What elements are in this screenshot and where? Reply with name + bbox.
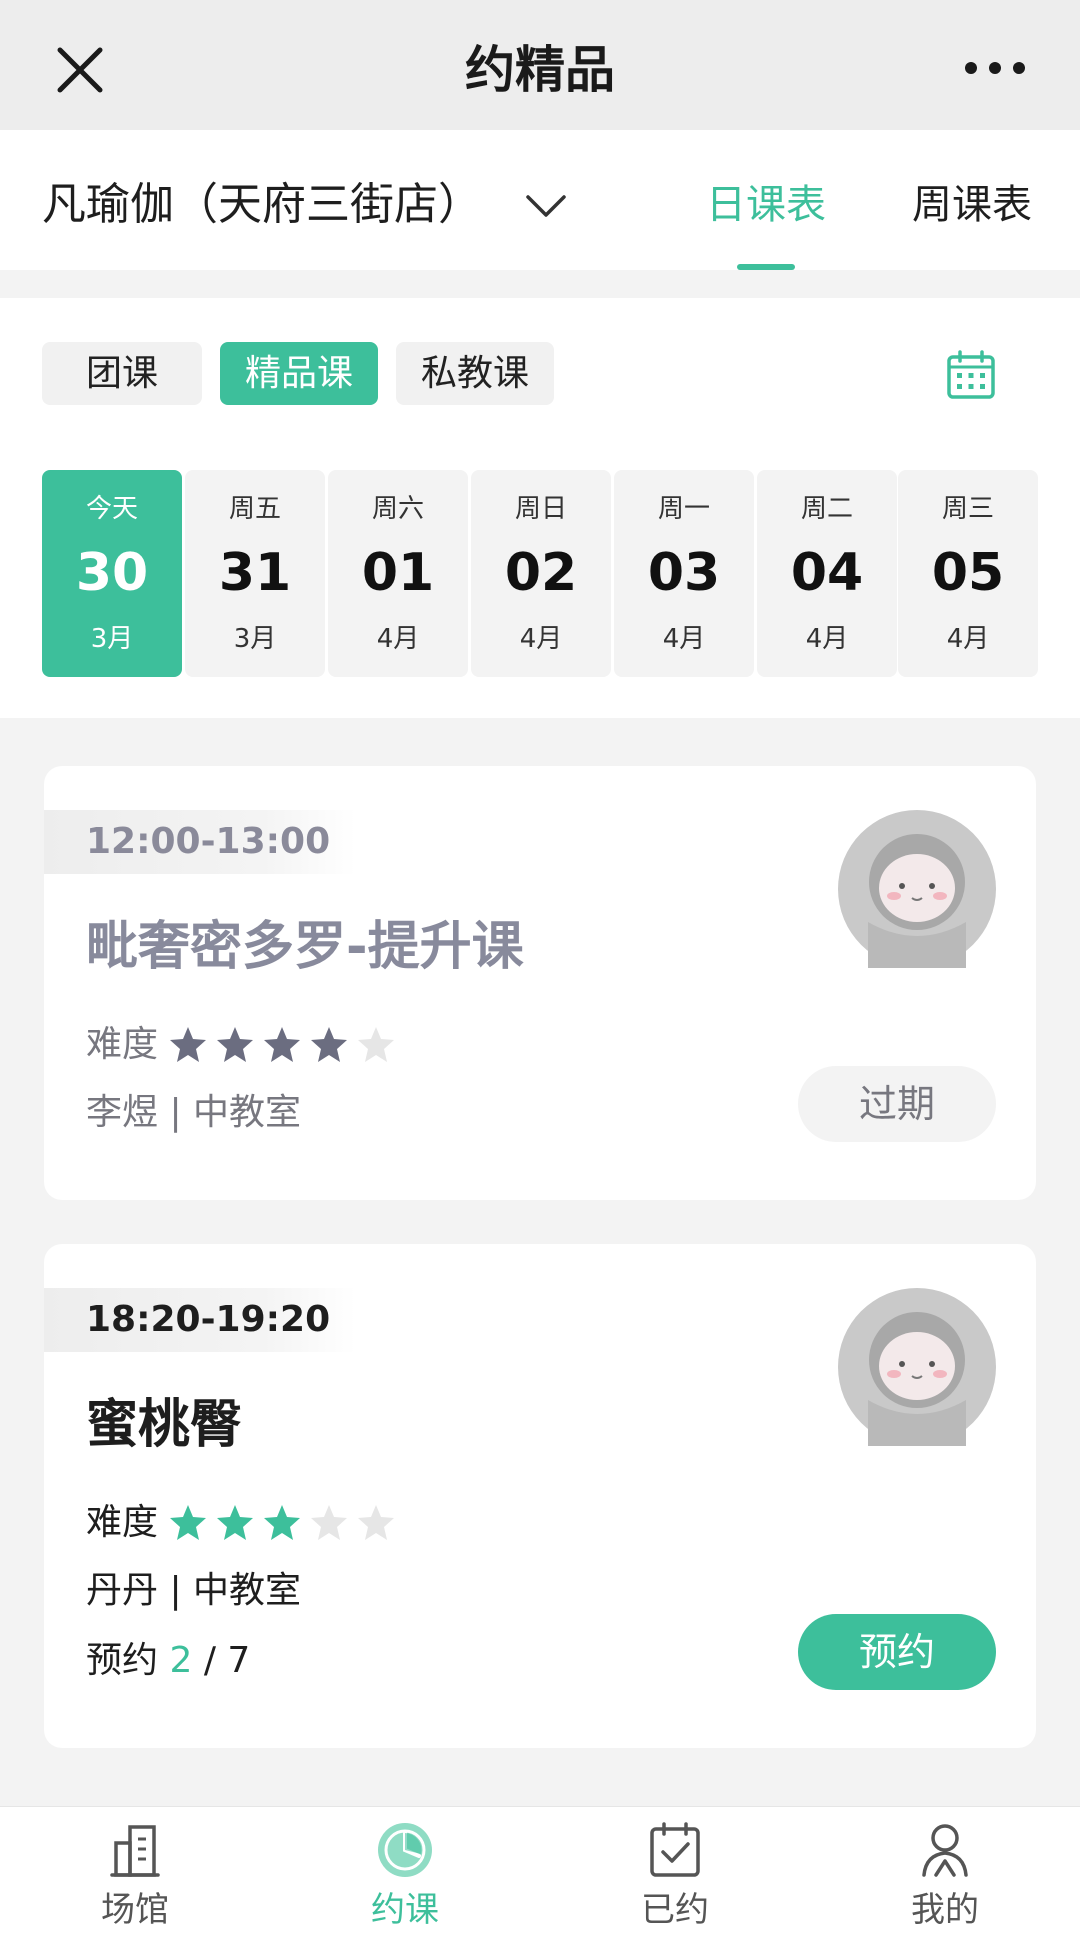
clock-icon [378, 1823, 432, 1877]
booking-count: 预约 2 / 7 [86, 1636, 250, 1686]
star-icon [358, 1027, 395, 1062]
difficulty-label: 难度 [86, 1024, 159, 1065]
date-item[interactable]: 周五 31 3月 [185, 470, 325, 677]
chip-premium-class[interactable]: 精品课 [220, 342, 378, 405]
star-icon [170, 1027, 207, 1062]
date-day: 05 [931, 543, 1005, 603]
date-item[interactable]: 周三 05 4月 [898, 470, 1038, 677]
nav-booked[interactable]: 已约 [540, 1807, 810, 1935]
date-weekday: 周二 [800, 494, 853, 524]
date-day: 01 [361, 543, 435, 603]
class-name: 毗奢密多罗-提升课 [86, 917, 524, 977]
date-weekday: 周五 [228, 494, 281, 524]
teacher-avatar [838, 810, 996, 968]
date-weekday: 今天 [85, 494, 138, 524]
class-time: 18:20-19:20 [44, 1288, 356, 1352]
difficulty-row: 难度 [86, 1498, 403, 1548]
chip-private-class[interactable]: 私教课 [396, 342, 554, 405]
class-card[interactable]: 12:00-13:00 毗奢密多罗-提升课 难度 李煜 | 中教室 过期 [44, 766, 1036, 1200]
star-icon [311, 1505, 348, 1540]
date-day: 31 [218, 543, 292, 603]
date-month: 3月 [90, 624, 134, 654]
nav-label: 我的 [911, 1890, 979, 1930]
booking-separator: / [203, 1640, 216, 1681]
filter-section: 团课 精品课 私教课 今天 30 3月 周五 31 3月 周六 01 4月 周日… [0, 298, 1080, 718]
nav-label: 约课 [371, 1890, 439, 1930]
nav-venue[interactable]: 场馆 [0, 1807, 270, 1935]
teacher-room: 李煜 | 中教室 [86, 1092, 302, 1133]
date-day: 30 [75, 543, 149, 603]
booking-label: 预约 [86, 1640, 159, 1681]
date-month: 3月 [233, 624, 277, 654]
teacher-avatar [838, 1288, 996, 1446]
date-month: 4月 [376, 624, 420, 654]
star-icon [311, 1027, 348, 1062]
star-icon [264, 1505, 301, 1540]
capacity-count: 7 [227, 1640, 251, 1681]
star-icon [217, 1505, 254, 1540]
nav-label: 场馆 [101, 1890, 169, 1930]
date-strip: 今天 30 3月 周五 31 3月 周六 01 4月 周日 02 4月 周一 0… [42, 470, 1038, 677]
nav-mine[interactable]: 我的 [810, 1807, 1080, 1935]
date-weekday: 周三 [941, 494, 994, 524]
difficulty-stars [168, 1503, 403, 1543]
title-bar: 约精品 [0, 0, 1080, 130]
date-day: 03 [647, 543, 721, 603]
bottom-nav: 场馆 约课 已约 我的 [0, 1806, 1080, 1935]
date-item[interactable]: 周一 03 4月 [614, 470, 754, 677]
tab-day-schedule[interactable]: 日课表 [706, 177, 826, 233]
tab-week-schedule[interactable]: 周课表 [912, 177, 1032, 233]
difficulty-row: 难度 [86, 1020, 403, 1070]
chevron-down-icon [526, 195, 566, 217]
building-icon [110, 1825, 160, 1877]
booked-count: 2 [169, 1640, 193, 1681]
date-month: 4月 [519, 624, 563, 654]
difficulty-stars [168, 1025, 403, 1065]
date-weekday: 周日 [514, 494, 567, 524]
calendar-check-icon [650, 1822, 700, 1877]
date-month: 4月 [805, 624, 849, 654]
date-item[interactable]: 今天 30 3月 [42, 470, 182, 677]
class-name: 蜜桃臀 [86, 1395, 243, 1455]
date-weekday: 周一 [657, 494, 710, 524]
page-title: 约精品 [465, 41, 615, 99]
nav-book-class[interactable]: 约课 [270, 1807, 540, 1935]
nav-label: 已约 [641, 1890, 709, 1930]
expired-button[interactable]: 过期 [798, 1066, 996, 1142]
calendar-icon[interactable] [944, 348, 998, 402]
star-icon [217, 1027, 254, 1062]
active-tab-indicator [737, 264, 795, 270]
difficulty-label: 难度 [86, 1502, 159, 1543]
teacher-room: 丹丹 | 中教室 [86, 1570, 302, 1611]
date-day: 02 [504, 543, 578, 603]
date-month: 4月 [662, 624, 706, 654]
star-icon [358, 1505, 395, 1540]
class-time: 12:00-13:00 [44, 810, 356, 874]
date-month: 4月 [946, 624, 990, 654]
chip-group-class[interactable]: 团课 [42, 342, 202, 405]
book-button[interactable]: 预约 [798, 1614, 996, 1690]
star-icon [264, 1027, 301, 1062]
store-bar: 凡瑜伽（天府三街店） 日课表 周课表 [0, 130, 1080, 270]
store-selector[interactable]: 凡瑜伽（天府三街店） [42, 170, 570, 240]
more-icon[interactable] [960, 50, 1030, 86]
date-item[interactable]: 周日 02 4月 [471, 470, 611, 677]
date-item[interactable]: 周二 04 4月 [757, 470, 897, 677]
user-icon [922, 1824, 968, 1877]
date-item[interactable]: 周六 01 4月 [328, 470, 468, 677]
star-icon [170, 1505, 207, 1540]
store-name: 凡瑜伽（天府三街店） [42, 179, 482, 230]
date-weekday: 周六 [371, 494, 424, 524]
date-day: 04 [790, 543, 864, 603]
class-card[interactable]: 18:20-19:20 蜜桃臀 难度 丹丹 | 中教室 预约 2 / 7 预约 [44, 1244, 1036, 1748]
